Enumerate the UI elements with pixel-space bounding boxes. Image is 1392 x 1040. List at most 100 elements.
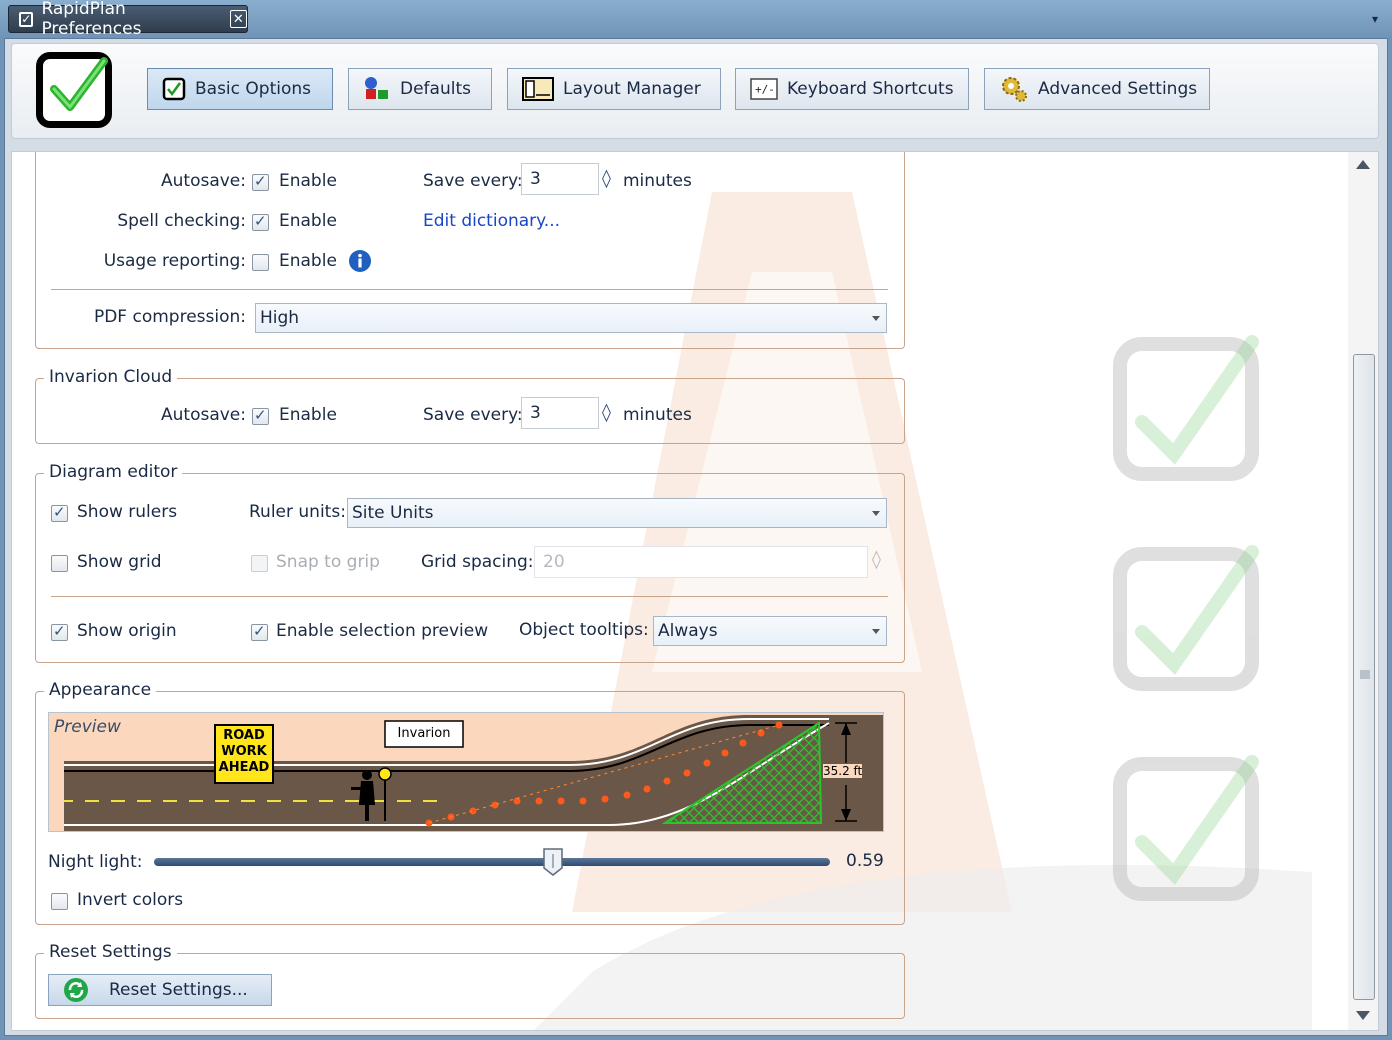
- road-work-sign-line1: ROAD: [223, 728, 265, 743]
- layout-manager-label: Layout Manager: [563, 79, 701, 99]
- basic-options-button[interactable]: Basic Options: [147, 68, 333, 110]
- save-every-spinner[interactable]: ◊: [602, 168, 611, 189]
- cloud-enable-label: Enable: [279, 405, 337, 425]
- cloud-autosave-label: Autosave:: [161, 405, 246, 425]
- selection-preview-label: Enable selection preview: [276, 621, 489, 641]
- grid-spacing-spinner[interactable]: ◊: [872, 549, 881, 570]
- cloud-save-every-label: Save every:: [423, 405, 523, 425]
- save-every-input[interactable]: [521, 163, 599, 195]
- app-checkbox-icon: ✓: [19, 11, 34, 27]
- preferences-window: Basic Options Defaults Layout Manager +/…: [4, 38, 1388, 1036]
- grid-spacing-input[interactable]: [534, 546, 868, 578]
- cloud-save-every-input[interactable]: [521, 397, 599, 429]
- general-group: Autosave: Enable Save every: ◊ minutes S…: [35, 152, 905, 349]
- object-tooltips-label: Object tooltips:: [519, 620, 649, 640]
- show-rulers-label: Show rulers: [77, 502, 178, 522]
- settings-panel: Autosave: Enable Save every: ◊ minutes S…: [11, 151, 1379, 1031]
- show-grid-checkbox[interactable]: [51, 555, 68, 572]
- appearance-preview: Preview ROAD WORK AHEAD Invarion 35.2 ft: [48, 712, 884, 832]
- title-bar: ✓ RapidPlan Preferences ✕ ▾: [0, 0, 1392, 39]
- preview-label: Preview: [54, 717, 121, 737]
- selection-preview-checkbox[interactable]: [251, 622, 268, 641]
- defaults-label: Defaults: [400, 79, 471, 99]
- appearance-title: Appearance: [44, 680, 157, 700]
- toolbar: Basic Options Defaults Layout Manager +/…: [11, 43, 1379, 139]
- pdf-compression-value: High: [260, 308, 300, 328]
- road-work-sign-line3: AHEAD: [218, 760, 270, 775]
- diagram-editor-group: Diagram editor Show rulers Ruler units: …: [35, 462, 905, 663]
- invert-colors-label: Invert colors: [77, 890, 184, 910]
- ruler-units-dropdown[interactable]: Site Units: [347, 498, 887, 528]
- close-icon[interactable]: ✕: [229, 10, 247, 28]
- chevron-down-icon: [872, 316, 880, 321]
- night-light-slider[interactable]: [154, 858, 830, 866]
- diagram-editor-title: Diagram editor: [44, 462, 183, 482]
- cloud-autosave-checkbox[interactable]: [252, 406, 269, 425]
- advanced-settings-label: Advanced Settings: [1038, 79, 1198, 99]
- appearance-group: Appearance Preview ROAD WORK AHEAD Invar…: [35, 680, 905, 925]
- vertical-scrollbar[interactable]: [1348, 152, 1378, 1030]
- night-light-slider-thumb[interactable]: [543, 848, 563, 876]
- pdf-compression-label: PDF compression:: [93, 307, 246, 327]
- tab-title: RapidPlan Preferences: [41, 0, 142, 39]
- cloud-save-every-spinner[interactable]: ◊: [602, 402, 611, 423]
- autosave-enable-label: Enable: [279, 171, 337, 191]
- pdf-compression-dropdown[interactable]: High: [255, 303, 887, 333]
- minutes-label: minutes: [623, 171, 692, 191]
- svg-text:+/-: +/-: [755, 83, 775, 96]
- window-menu-icon[interactable]: ▾: [1372, 12, 1378, 26]
- object-tooltips-value: Always: [658, 621, 718, 641]
- invert-colors-checkbox[interactable]: [51, 893, 68, 910]
- reset-settings-group: Reset Settings Reset Settings...: [35, 942, 905, 1019]
- save-every-label: Save every:: [423, 171, 523, 191]
- general-separator: [51, 289, 888, 290]
- logo-check-icon: [50, 57, 108, 111]
- spell-enable-label: Enable: [279, 211, 337, 231]
- spell-checking-label: Spell checking:: [117, 211, 246, 231]
- road-preview-drawing: [54, 715, 883, 831]
- reset-settings-label: Reset Settings...: [109, 980, 248, 1000]
- invarion-label-box: Invarion: [397, 726, 451, 741]
- show-origin-label: Show origin: [77, 621, 177, 641]
- scrollbar-thumb[interactable]: [1353, 354, 1375, 1000]
- show-origin-checkbox[interactable]: [51, 622, 68, 641]
- object-tooltips-dropdown[interactable]: Always: [653, 616, 887, 646]
- invarion-cloud-group: Invarion Cloud Autosave: Enable Save eve…: [35, 367, 905, 444]
- info-icon[interactable]: [348, 249, 372, 278]
- usage-reporting-checkbox[interactable]: [252, 254, 269, 271]
- keyboard-shortcuts-button[interactable]: +/- Keyboard Shortcuts: [735, 68, 969, 110]
- show-grid-label: Show grid: [77, 552, 162, 572]
- refresh-icon: [63, 977, 89, 1003]
- show-rulers-checkbox[interactable]: [51, 503, 68, 522]
- edit-dictionary-link[interactable]: Edit dictionary...: [423, 211, 560, 231]
- usage-reporting-label: Usage reporting:: [103, 251, 246, 271]
- usage-enable-label: Enable: [279, 251, 337, 271]
- basic-options-label: Basic Options: [195, 79, 312, 99]
- scroll-up-icon[interactable]: [1356, 160, 1370, 169]
- chevron-down-icon: [872, 511, 880, 516]
- spell-checking-checkbox[interactable]: [252, 212, 269, 231]
- reset-settings-button[interactable]: Reset Settings...: [48, 974, 272, 1006]
- ruler-units-value: Site Units: [352, 503, 434, 523]
- keyboard-icon: +/-: [750, 78, 778, 100]
- autosave-checkbox[interactable]: [252, 172, 269, 191]
- autosave-label: Autosave:: [161, 171, 246, 191]
- layout-manager-button[interactable]: Layout Manager: [507, 68, 721, 110]
- grid-spacing-label: Grid spacing:: [421, 552, 534, 572]
- road-work-sign-line2: WORK: [221, 744, 267, 759]
- defaults-button[interactable]: Defaults: [348, 68, 492, 110]
- snap-to-grip-checkbox[interactable]: [251, 555, 268, 572]
- advanced-settings-button[interactable]: Advanced Settings: [984, 68, 1210, 110]
- app-logo: [36, 52, 112, 128]
- scroll-down-icon[interactable]: [1356, 1011, 1370, 1020]
- scrollbar-grip: [1360, 670, 1370, 679]
- layout-icon: [522, 77, 554, 101]
- defaults-icon: [363, 76, 391, 102]
- reset-settings-title: Reset Settings: [44, 942, 177, 962]
- keyboard-shortcuts-label: Keyboard Shortcuts: [787, 79, 954, 99]
- dimension-label: 35.2 ft: [823, 764, 863, 778]
- night-light-value: 0.59: [846, 851, 884, 871]
- chevron-down-icon: [872, 629, 880, 634]
- cloud-minutes-label: minutes: [623, 405, 692, 425]
- document-tab[interactable]: ✓ RapidPlan Preferences ✕: [8, 0, 248, 39]
